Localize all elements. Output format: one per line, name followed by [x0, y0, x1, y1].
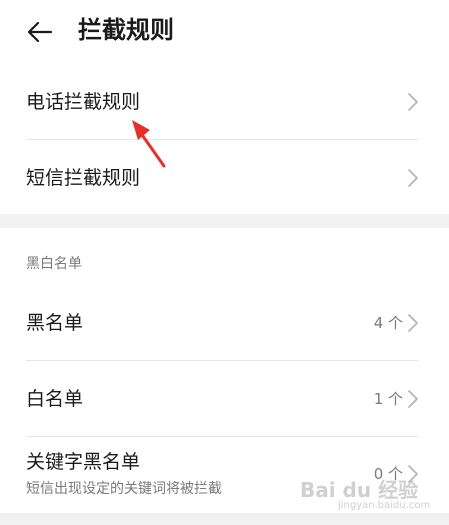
chevron-right-icon	[408, 390, 418, 408]
blacklist-count: 4 个	[373, 314, 403, 332]
whitelist-item[interactable]: 白名单 1 个	[0, 361, 449, 437]
whitelist-count: 1 个	[373, 390, 403, 408]
whitelist-label: 白名单	[26, 388, 84, 410]
back-button[interactable]	[22, 14, 58, 50]
sms-block-rules-item[interactable]: 短信拦截规则	[0, 140, 449, 216]
keyword-blacklist-label: 关键字黑名单	[26, 451, 141, 473]
keyword-blacklist-item[interactable]: 关键字黑名单 短信出现设定的关键词将被拦截 0 个	[0, 437, 449, 513]
chevron-right-icon	[408, 93, 418, 111]
chevron-right-icon	[408, 465, 418, 483]
chevron-right-icon	[408, 314, 418, 332]
section-title: 黑白名单	[26, 256, 82, 272]
arrow-left-icon	[27, 21, 53, 43]
chevron-right-icon	[408, 169, 418, 187]
page-title: 拦截规则	[78, 16, 174, 44]
call-block-rules-item[interactable]: 电话拦截规则	[0, 64, 449, 140]
app-header: 拦截规则	[0, 0, 449, 64]
keyword-blacklist-subtitle: 短信出现设定的关键词将被拦截	[26, 481, 222, 497]
blacklist-label: 黑名单	[26, 312, 84, 334]
call-block-rules-label: 电话拦截规则	[26, 91, 141, 113]
rules-card: 电话拦截规则 短信拦截规则	[0, 64, 449, 214]
lists-card: 黑白名单 黑名单 4 个 白名单 1 个 关键字黑名单 短信出现设定的关键词将被…	[0, 228, 449, 513]
keyword-blacklist-count: 0 个	[373, 465, 403, 483]
blacklist-item[interactable]: 黑名单 4 个	[0, 286, 449, 362]
sms-block-rules-label: 短信拦截规则	[26, 167, 141, 189]
